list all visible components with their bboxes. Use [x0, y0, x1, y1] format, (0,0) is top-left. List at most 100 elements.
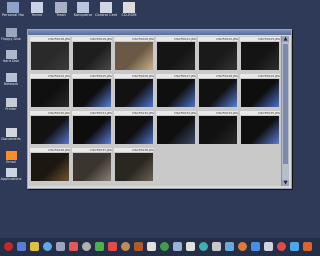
desktop-icon[interactable]: Applications: [0, 168, 22, 181]
tv-icon[interactable]: [264, 242, 273, 251]
image-thumbnail[interactable]: DSCF0029.JPG: [240, 74, 280, 108]
scroll-up-icon[interactable]: ▲: [282, 36, 289, 42]
folder-icon[interactable]: [56, 242, 65, 251]
desktop-icon-label: Trash: [56, 13, 66, 17]
vertical-scrollbar[interactable]: ▲ ▼: [281, 36, 289, 186]
desktop-icon[interactable]: Trash: [50, 2, 72, 24]
desktop-icon-label: Konqueror: [73, 13, 93, 17]
thumbnail-filename: DSCF0025.JPG: [72, 74, 112, 78]
image-thumbnail[interactable]: DSCF0031.JPG: [72, 111, 112, 145]
image-thumbnail[interactable]: DSCF0018.JPG: [30, 37, 70, 71]
photo-preview: [31, 116, 69, 144]
media-icon[interactable]: [186, 242, 195, 251]
scroll-down-icon[interactable]: ▼: [282, 180, 289, 186]
globe-icon[interactable]: [251, 242, 260, 251]
chart-icon[interactable]: [160, 242, 169, 251]
clock-icon[interactable]: [290, 242, 299, 251]
photo-icon[interactable]: [121, 242, 130, 251]
kmenu-icon[interactable]: [4, 242, 13, 251]
doc-icon[interactable]: [238, 242, 247, 251]
desktop-icon[interactable]: Konqueror: [72, 2, 94, 24]
image-thumbnail[interactable]: DSCF0035.JPG: [240, 111, 280, 145]
terminal-icon[interactable]: [17, 242, 26, 251]
desktop-icon[interactable]: Documents: [0, 128, 22, 141]
image-thumbnail[interactable]: DSCF0036.JPG: [30, 148, 70, 182]
thumbnail-filename: DSCF0031.JPG: [72, 111, 112, 115]
photo-preview: [31, 42, 69, 70]
screen-icon[interactable]: [199, 242, 208, 251]
shield-icon[interactable]: [277, 242, 286, 251]
ball-icon[interactable]: [225, 242, 234, 251]
thumbnail-filename: DSCF0032.JPG: [114, 111, 154, 115]
thumbnail-filename: DSCF0035.JPG: [240, 111, 280, 115]
image-thumbnail[interactable]: DSCF0020.JPG: [114, 37, 154, 71]
desktop-icon[interactable]: Network: [0, 73, 22, 86]
desktop-icon[interactable]: Personal Home: [2, 2, 24, 24]
desktop-icon[interactable]: Floppy Disk: [0, 28, 22, 41]
settings-icon[interactable]: [108, 242, 117, 251]
desktop-icon-label: Network: [3, 82, 19, 86]
desktop-icon[interactable]: Hard Disk: [0, 50, 22, 63]
thumbnail-filename: DSCF0030.JPG: [30, 111, 70, 115]
network-icon: [5, 73, 17, 82]
image-thumbnail[interactable]: DSCF0033.JPG: [156, 111, 196, 145]
image-thumbnail[interactable]: DSCF0037.JPG: [72, 148, 112, 182]
desktop-icon-label: CD-ROM: [121, 13, 137, 17]
floppy-icon: [5, 28, 17, 37]
home-icon[interactable]: [43, 242, 52, 251]
image-thumbnail[interactable]: DSCF0022.JPG: [198, 37, 238, 71]
image-thumbnail[interactable]: DSCF0023.JPG: [240, 37, 280, 71]
thumbnail-filename: DSCF0033.JPG: [156, 111, 196, 115]
photo-preview: [241, 79, 279, 107]
image-thumbnail[interactable]: DSCF0038.JPG: [114, 148, 154, 182]
image-thumbnail[interactable]: DSCF0026.JPG: [114, 74, 154, 108]
thumbnail-grid: DSCF0018.JPG DSCF0019.JPG DSCF0020.JPG DSCF…: [29, 36, 281, 186]
photo-preview: [199, 116, 237, 144]
document-icon: [5, 128, 17, 137]
image-thumbnail[interactable]: DSCF0030.JPG: [30, 111, 70, 145]
monitor-icon[interactable]: [173, 242, 182, 251]
desktop-icon[interactable]: Email: [0, 151, 22, 164]
photo-preview: [73, 79, 111, 107]
thumbnail-filename: DSCF0024.JPG: [30, 74, 70, 78]
image-thumbnail[interactable]: DSCF0024.JPG: [30, 74, 70, 108]
desktop-icon[interactable]: Control Center: [95, 2, 117, 24]
image-thumbnail[interactable]: DSCF0027.JPG: [156, 74, 196, 108]
desktop-icon[interactable]: Home: [26, 2, 48, 24]
photo-preview: [199, 42, 237, 70]
image-thumbnail[interactable]: DSCF0025.JPG: [72, 74, 112, 108]
window-titlebar[interactable]: [28, 30, 291, 35]
desktop-icon[interactable]: CD-ROM: [118, 2, 140, 24]
desktop-icon-label: Floppy Disk: [1, 37, 21, 41]
thumbnail-filename: DSCF0019.JPG: [72, 37, 112, 41]
photo-preview: [31, 79, 69, 107]
image-thumbnail[interactable]: DSCF0032.JPG: [114, 111, 154, 145]
desktop-icon-label: Email: [6, 160, 16, 164]
power-icon[interactable]: [303, 242, 312, 251]
disk-icon: [5, 50, 17, 59]
image-thumbnail[interactable]: DSCF0034.JPG: [198, 111, 238, 145]
thumbnail-filename: DSCF0034.JPG: [198, 111, 238, 115]
person-icon[interactable]: [134, 242, 143, 251]
desktop-icon[interactable]: Printer: [0, 98, 22, 111]
app-icon: [5, 168, 17, 177]
image-thumbnail[interactable]: DSCF0019.JPG: [72, 37, 112, 71]
thumbnail-filename: DSCF0037.JPG: [72, 148, 112, 152]
top-desktop-icons: Personal Home Home Trash KonquerorControl C…: [0, 2, 320, 24]
photo-preview: [241, 116, 279, 144]
photo-preview: [199, 79, 237, 107]
star-icon[interactable]: [30, 242, 39, 251]
calendar-icon[interactable]: [69, 242, 78, 251]
image-thumbnail[interactable]: DSCF0021.JPG: [156, 37, 196, 71]
image-thumbnail[interactable]: DSCF0028.JPG: [198, 74, 238, 108]
disk-icon[interactable]: [212, 242, 221, 251]
photo-preview: [115, 116, 153, 144]
photo-preview: [241, 42, 279, 70]
paint-icon[interactable]: [95, 242, 104, 251]
trash-icon: [55, 2, 67, 13]
tool-icon[interactable]: [82, 242, 91, 251]
game-icon[interactable]: [147, 242, 156, 251]
thumbnail-filename: DSCF0027.JPG: [156, 74, 196, 78]
thumbnail-filename: DSCF0023.JPG: [240, 37, 280, 41]
scrollbar-thumb[interactable]: [283, 44, 288, 164]
